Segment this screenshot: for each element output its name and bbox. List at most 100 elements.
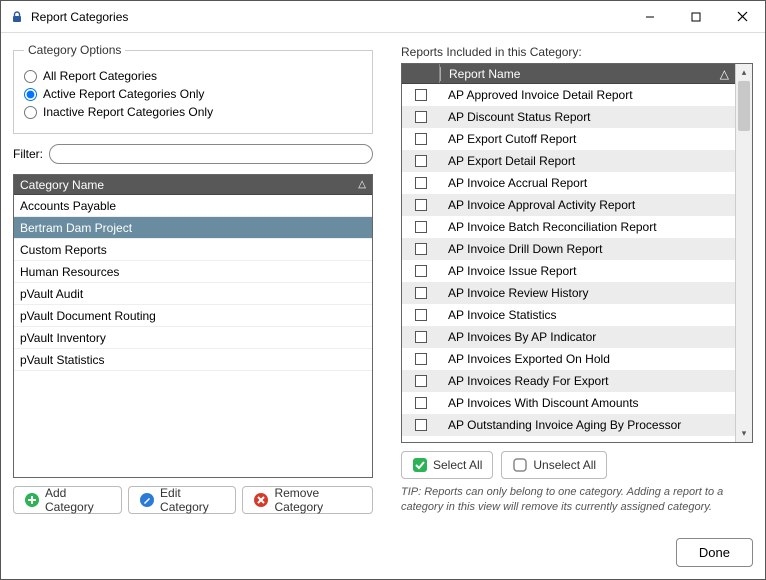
report-name: AP Invoices By AP Indicator (440, 330, 735, 344)
category-row[interactable]: Human Resources (14, 261, 372, 283)
reports-header[interactable]: Report Name △ (402, 64, 735, 84)
dialog-footer: Done (1, 526, 765, 579)
radio-inactive-only[interactable]: Inactive Report Categories Only (24, 105, 362, 119)
category-list-header[interactable]: Category Name △ (14, 175, 372, 195)
checkbox-icon[interactable] (415, 353, 427, 365)
report-checkbox-cell[interactable] (402, 331, 440, 343)
report-checkbox-cell[interactable] (402, 375, 440, 387)
report-name: AP Export Cutoff Report (440, 132, 735, 146)
checkbox-icon[interactable] (415, 221, 427, 233)
report-name: AP Invoice Statistics (440, 308, 735, 322)
close-button[interactable] (719, 2, 765, 32)
report-name: AP Invoice Batch Reconciliation Report (440, 220, 735, 234)
category-row[interactable]: pVault Audit (14, 283, 372, 305)
checkbox-icon[interactable] (415, 331, 427, 343)
left-column: Category Options All Report Categories A… (13, 43, 373, 514)
radio-active-only[interactable]: Active Report Categories Only (24, 87, 362, 101)
category-row[interactable]: Custom Reports (14, 239, 372, 261)
checkbox-icon[interactable] (415, 287, 427, 299)
report-checkbox-cell[interactable] (402, 419, 440, 431)
category-row[interactable]: Accounts Payable (14, 195, 372, 217)
report-row[interactable]: AP Invoice Issue Report (402, 260, 735, 282)
report-row[interactable]: AP Invoice Review History (402, 282, 735, 304)
report-name: AP Invoice Accrual Report (440, 176, 735, 190)
checkbox-icon[interactable] (415, 309, 427, 321)
report-checkbox-cell[interactable] (402, 287, 440, 299)
report-checkbox-cell[interactable] (402, 155, 440, 167)
radio-all-input[interactable] (24, 70, 37, 83)
minimize-button[interactable] (627, 2, 673, 32)
report-row[interactable]: AP Invoices By AP Indicator (402, 326, 735, 348)
checkbox-icon[interactable] (415, 89, 427, 101)
checkbox-icon[interactable] (415, 397, 427, 409)
report-checkbox-cell[interactable] (402, 397, 440, 409)
report-checkbox-cell[interactable] (402, 89, 440, 101)
radio-inactive-input[interactable] (24, 106, 37, 119)
window-title: Report Categories (31, 10, 627, 24)
report-checkbox-cell[interactable] (402, 199, 440, 211)
checkbox-icon[interactable] (415, 199, 427, 211)
maximize-button[interactable] (673, 2, 719, 32)
report-name: AP Export Detail Report (440, 154, 735, 168)
category-row[interactable]: pVault Document Routing (14, 305, 372, 327)
remove-category-button[interactable]: Remove Category (242, 486, 373, 514)
report-row[interactable]: AP Export Detail Report (402, 150, 735, 172)
checkbox-icon[interactable] (415, 177, 427, 189)
report-name: AP Invoices Ready For Export (440, 374, 735, 388)
checkbox-icon[interactable] (415, 133, 427, 145)
scroll-track[interactable] (736, 81, 752, 425)
report-checkbox-cell[interactable] (402, 221, 440, 233)
report-checkbox-cell[interactable] (402, 309, 440, 321)
report-row[interactable]: AP Outstanding Invoice Aging By Processo… (402, 414, 735, 436)
report-row[interactable]: AP Invoices With Discount Amounts (402, 392, 735, 414)
report-checkbox-cell[interactable] (402, 265, 440, 277)
right-column: Reports Included in this Category: Repor… (401, 43, 753, 514)
report-row[interactable]: AP Invoices Ready For Export (402, 370, 735, 392)
checkbox-icon[interactable] (415, 243, 427, 255)
report-name: AP Outstanding Invoice Aging By Processo… (440, 418, 735, 432)
reports-header-checkbox-col (402, 64, 440, 83)
x-icon (253, 492, 269, 508)
report-checkbox-cell[interactable] (402, 353, 440, 365)
edit-category-button[interactable]: Edit Category (128, 486, 236, 514)
category-row[interactable]: pVault Statistics (14, 349, 372, 371)
check-icon (412, 457, 428, 473)
report-row[interactable]: AP Invoice Drill Down Report (402, 238, 735, 260)
radio-all-categories[interactable]: All Report Categories (24, 69, 362, 83)
category-row[interactable]: Bertram Dam Project (14, 217, 372, 239)
unselect-all-button[interactable]: Unselect All (501, 451, 607, 479)
report-row[interactable]: AP Invoice Accrual Report (402, 172, 735, 194)
checkbox-icon[interactable] (415, 375, 427, 387)
report-name: AP Invoices With Discount Amounts (440, 396, 735, 410)
checkbox-icon[interactable] (415, 155, 427, 167)
report-row[interactable]: AP Approved Invoice Detail Report (402, 84, 735, 106)
select-all-button[interactable]: Select All (401, 451, 493, 479)
scroll-down-icon[interactable]: ▾ (736, 425, 752, 442)
reports-scrollbar[interactable]: ▴ ▾ (735, 64, 752, 442)
report-row[interactable]: AP Discount Status Report (402, 106, 735, 128)
report-checkbox-cell[interactable] (402, 133, 440, 145)
checkbox-icon[interactable] (415, 265, 427, 277)
report-row[interactable]: AP Invoice Statistics (402, 304, 735, 326)
report-row[interactable]: AP Export Cutoff Report (402, 128, 735, 150)
radio-active-input[interactable] (24, 88, 37, 101)
report-row[interactable]: AP Invoice Batch Reconciliation Report (402, 216, 735, 238)
report-checkbox-cell[interactable] (402, 111, 440, 123)
scroll-up-icon[interactable]: ▴ (736, 64, 752, 81)
checkbox-icon[interactable] (415, 419, 427, 431)
scroll-thumb[interactable] (738, 81, 750, 131)
filter-input[interactable] (49, 144, 373, 164)
report-row[interactable]: AP Invoice Approval Activity Report (402, 194, 735, 216)
report-checkbox-cell[interactable] (402, 243, 440, 255)
category-header-label: Category Name (20, 178, 104, 192)
reports-header-name-col[interactable]: Report Name △ (440, 67, 735, 81)
report-checkbox-cell[interactable] (402, 177, 440, 189)
category-button-row: Add Category Edit Category Remove Catego… (13, 486, 373, 514)
checkbox-icon[interactable] (415, 111, 427, 123)
radio-inactive-label: Inactive Report Categories Only (43, 105, 213, 119)
done-button[interactable]: Done (676, 538, 753, 567)
dialog-window: Report Categories Category Options All R… (0, 0, 766, 580)
category-row[interactable]: pVault Inventory (14, 327, 372, 349)
add-category-button[interactable]: Add Category (13, 486, 122, 514)
report-row[interactable]: AP Invoices Exported On Hold (402, 348, 735, 370)
